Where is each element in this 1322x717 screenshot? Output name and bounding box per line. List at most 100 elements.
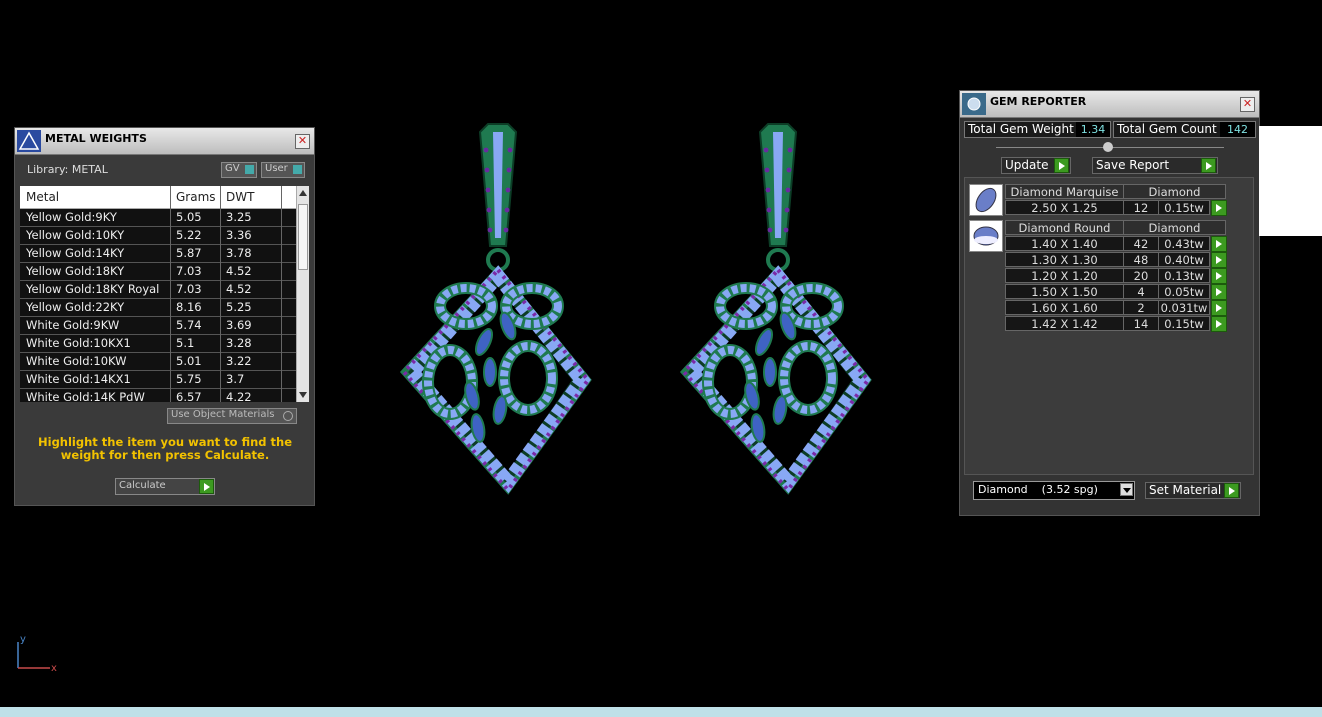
total-gem-count-value: 142	[1220, 122, 1255, 137]
save-report-button[interactable]: Save Report	[1092, 157, 1218, 174]
metal-cell-dwt: 5.25	[226, 300, 252, 314]
gem-list-area[interactable]: Diamond Marquise Diamond 2.50 X 1.25 12 …	[964, 177, 1254, 475]
col-divider	[220, 186, 221, 402]
metal-weights-app-icon	[17, 130, 41, 152]
group-shape-header: Diamond Round	[1005, 220, 1124, 235]
col-dwt[interactable]: DWT	[226, 190, 254, 204]
metal-table-row[interactable]: White Gold:10KW 5.01 3.22	[20, 353, 296, 371]
metal-cell-grams: 6.57	[176, 390, 202, 402]
metal-weights-titlebar[interactable]: METAL WEIGHTS ✕	[15, 128, 314, 155]
metal-cell-grams: 5.05	[176, 210, 202, 224]
gem-weight-cell: 0.05tw	[1158, 284, 1210, 299]
gv-toggle-indicator	[245, 165, 254, 174]
metal-weights-close-button[interactable]: ✕	[295, 134, 310, 149]
metal-table-header: Metal Grams DWT	[20, 186, 296, 209]
user-toggle-label: User	[265, 163, 288, 174]
splitter-handle-icon[interactable]	[1103, 142, 1113, 152]
gem-row-select-button[interactable]	[1211, 284, 1227, 300]
gem-reporter-title: GEM REPORTER	[990, 95, 1087, 108]
metal-cell-metal: Yellow Gold:18KY	[26, 264, 125, 278]
gem-row-select-button[interactable]	[1211, 252, 1227, 268]
metal-table-row[interactable]: Yellow Gold:14KY 5.87 3.78	[20, 245, 296, 263]
metal-cell-dwt: 3.78	[226, 246, 252, 260]
gem-size-cell: 1.30 X 1.30	[1005, 252, 1124, 267]
axis-y-label: y	[20, 634, 26, 645]
gem-count-cell: 14	[1123, 316, 1159, 331]
gem-reporter-titlebar[interactable]: GEM REPORTER ✕	[960, 91, 1259, 118]
metal-table-row[interactable]: Yellow Gold:18KY 7.03 4.52	[20, 263, 296, 281]
group-shape-header: Diamond Marquise	[1005, 184, 1124, 199]
gem-weight-cell: 0.40tw	[1158, 252, 1210, 267]
update-label: Update	[1005, 158, 1049, 172]
metal-cell-grams: 5.01	[176, 354, 202, 368]
gem-reporter-app-icon	[962, 93, 986, 115]
gem-count-cell: 4	[1123, 284, 1159, 299]
metal-cell-dwt: 3.36	[226, 228, 252, 242]
calculate-play-icon	[199, 479, 214, 494]
set-material-button[interactable]: Set Material	[1145, 482, 1241, 499]
axis-gizmo: y x	[17, 634, 57, 674]
user-toggle[interactable]: User	[261, 162, 305, 178]
calculate-label: Calculate	[119, 480, 166, 491]
metal-cell-metal: White Gold:14K PdW	[26, 390, 145, 402]
scroll-down-arrow[interactable]	[299, 392, 307, 398]
calculate-button[interactable]: Calculate	[115, 478, 215, 495]
metal-cell-dwt: 3.25	[226, 210, 252, 224]
total-gem-count-label: Total Gem Count	[1117, 122, 1217, 136]
metal-table-row[interactable]: Yellow Gold:10KY 5.22 3.36	[20, 227, 296, 245]
col-grams[interactable]: Grams	[176, 190, 216, 204]
metal-cell-grams: 5.74	[176, 318, 202, 332]
gem-size-cell: 1.42 X 1.42	[1005, 316, 1124, 331]
gem-size-cell: 1.60 X 1.60	[1005, 300, 1124, 315]
metal-cell-grams: 5.1	[176, 336, 195, 350]
metal-table-row[interactable]: Yellow Gold:9KY 5.05 3.25	[20, 209, 296, 227]
gem-weight-cell: 0.15tw	[1158, 316, 1210, 331]
total-gem-weight-box: Total Gem Weight 1.34	[964, 121, 1111, 138]
gem-count-cell: 2	[1123, 300, 1159, 315]
gem-row-select-button[interactable]	[1211, 236, 1227, 252]
metal-table[interactable]: Metal Grams DWT Yellow Gold:9KY 5.05 3.25 Y…	[20, 186, 296, 402]
library-label: Library: METAL	[27, 163, 108, 176]
chevron-down-icon[interactable]	[1120, 483, 1133, 496]
axis-x-label: x	[51, 663, 57, 674]
scroll-up-arrow[interactable]	[299, 190, 307, 196]
metal-weights-panel: METAL WEIGHTS ✕ Library: METAL GV User M…	[14, 127, 315, 506]
gem-weight-cell: 0.13tw	[1158, 268, 1210, 283]
metal-table-row[interactable]: White Gold:9KW 5.74 3.69	[20, 317, 296, 335]
use-object-materials-toggle[interactable]: Use Object Materials	[167, 408, 297, 424]
metal-table-row[interactable]: White Gold:14KX1 5.75 3.7	[20, 371, 296, 389]
metal-cell-grams: 5.75	[176, 372, 202, 386]
gem-row-select-button[interactable]	[1211, 200, 1227, 216]
gem-weight-cell: 0.15tw	[1158, 200, 1210, 215]
metal-table-row[interactable]: White Gold:10KX1 5.1 3.28	[20, 335, 296, 353]
material-select[interactable]: Diamond (3.52 spg)	[973, 481, 1135, 500]
gv-toggle[interactable]: GV	[221, 162, 257, 178]
scroll-thumb[interactable]	[298, 204, 308, 270]
gem-weight-cell: 0.031tw	[1158, 300, 1210, 315]
gem-row-select-button[interactable]	[1211, 300, 1227, 316]
metal-cell-metal: Yellow Gold:10KY	[26, 228, 125, 242]
metal-table-row[interactable]: Yellow Gold:18KY Royal 7.03 4.52	[20, 281, 296, 299]
gem-count-cell: 42	[1123, 236, 1159, 251]
col-metal[interactable]: Metal	[26, 190, 59, 204]
metal-cell-grams: 7.03	[176, 282, 202, 296]
metal-cell-dwt: 3.69	[226, 318, 252, 332]
update-button[interactable]: Update	[1001, 157, 1071, 174]
metal-table-row[interactable]: Yellow Gold:22KY 8.16 5.25	[20, 299, 296, 317]
set-material-play-icon	[1224, 483, 1239, 498]
earrings-viewport[interactable]	[380, 110, 900, 500]
metal-table-row[interactable]: White Gold:14K PdW 6.57 4.22	[20, 389, 296, 402]
gem-row-select-button[interactable]	[1211, 316, 1227, 332]
metal-table-scrollbar[interactable]	[296, 186, 309, 402]
metal-cell-grams: 5.87	[176, 246, 202, 260]
gem-row-select-button[interactable]	[1211, 268, 1227, 284]
gem-reporter-close-button[interactable]: ✕	[1240, 97, 1255, 112]
group-material-header: Diamond	[1123, 184, 1226, 199]
total-gem-weight-label: Total Gem Weight	[968, 122, 1074, 136]
round-gem-thumbnail[interactable]	[969, 220, 1003, 252]
gem-reporter-panel: GEM REPORTER ✕ Total Gem Weight 1.34 Tot…	[959, 90, 1260, 516]
metal-cell-dwt: 3.22	[226, 354, 252, 368]
marquise-gem-thumbnail[interactable]	[969, 184, 1003, 216]
gem-size-cell: 2.50 X 1.25	[1005, 200, 1124, 215]
save-report-play-icon	[1201, 158, 1216, 173]
